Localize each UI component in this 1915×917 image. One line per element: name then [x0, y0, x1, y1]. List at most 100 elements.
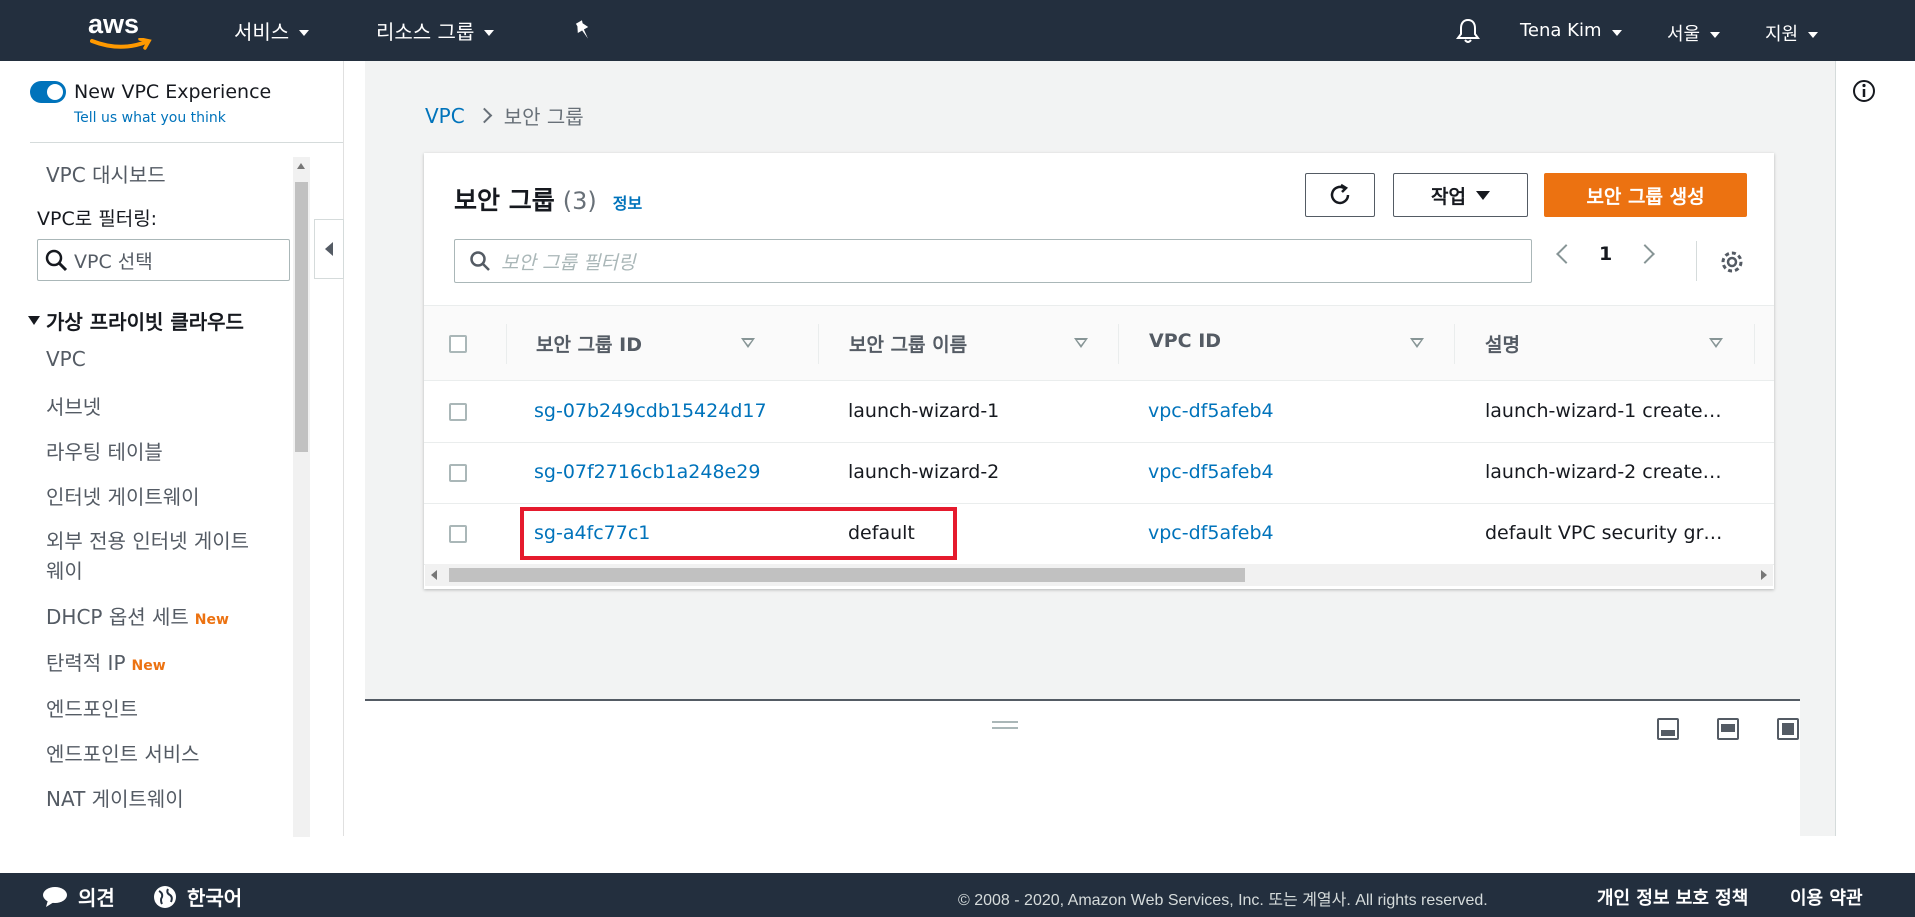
- feedback-button[interactable]: 의견: [42, 882, 115, 911]
- security-group-filter-input[interactable]: 보안 그룹 필터링: [454, 239, 1532, 283]
- sidebar-item-internet-gateways[interactable]: 인터넷 게이트웨이: [46, 481, 200, 510]
- caret-down-icon: [28, 316, 40, 325]
- vpc-id-link[interactable]: vpc-df5afeb4: [1148, 461, 1274, 483]
- security-group-id-link[interactable]: sg-07f2716cb1a248e29: [534, 461, 760, 483]
- services-menu[interactable]: 서비스: [234, 16, 310, 45]
- sort-icon[interactable]: [1074, 338, 1088, 348]
- info-icon[interactable]: [1852, 79, 1876, 103]
- item-count: (3): [562, 187, 597, 215]
- security-group-id-link[interactable]: sg-07b249cdb15424d17: [534, 400, 767, 422]
- panel-middle-icon[interactable]: [1717, 718, 1739, 740]
- sidebar-item-vpc[interactable]: VPC: [46, 347, 86, 371]
- aws-logo[interactable]: aws: [88, 10, 158, 52]
- refresh-icon: [1330, 183, 1350, 205]
- vpc-id-link[interactable]: vpc-df5afeb4: [1148, 522, 1274, 544]
- column-header-name[interactable]: 보안 그룹 이름: [849, 330, 967, 357]
- security-group-name: launch-wizard-1: [848, 400, 1000, 422]
- actions-button[interactable]: 작업: [1393, 173, 1528, 217]
- scrollbar-thumb[interactable]: [449, 568, 1245, 582]
- search-icon: [45, 249, 68, 272]
- sidebar-item-egress-gateways[interactable]: 외부 전용 인터넷 게이트: [46, 525, 249, 554]
- sidebar-item-subnets[interactable]: 서브넷: [46, 391, 101, 420]
- sort-icon[interactable]: [1410, 338, 1424, 348]
- filter-placeholder: 보안 그룹 필터링: [501, 251, 636, 274]
- divider: [1696, 241, 1697, 281]
- panel-bottom-icon[interactable]: [1657, 718, 1679, 740]
- notifications-bell-icon[interactable]: [1456, 18, 1480, 44]
- current-page[interactable]: 1: [1599, 243, 1612, 265]
- breadcrumb-vpc[interactable]: VPC: [425, 104, 465, 128]
- refresh-button[interactable]: [1305, 173, 1375, 217]
- scrollbar-thumb[interactable]: [295, 182, 308, 452]
- sidebar-item-vpc-dashboard[interactable]: VPC 대시보드: [46, 159, 166, 188]
- support-menu[interactable]: 지원: [1765, 20, 1819, 46]
- table-row[interactable]: sg-07f2716cb1a248e29 launch-wizard-2 vpc…: [424, 443, 1774, 504]
- security-group-description: launch-wizard-1 create…: [1485, 400, 1722, 422]
- chevron-down-icon: [1611, 29, 1622, 36]
- resource-groups-menu[interactable]: 리소스 그룹: [376, 16, 495, 45]
- sidebar-item-label: DHCP 옵션 세트: [46, 605, 189, 629]
- footer: 의견 한국어 © 2008 - 2020, Amazon Web Service…: [0, 873, 1915, 917]
- vpc-select-placeholder: VPC 선택: [74, 250, 153, 273]
- row-checkbox[interactable]: [449, 403, 467, 421]
- sidebar-item-endpoints[interactable]: 엔드포인트: [46, 693, 138, 722]
- sort-icon[interactable]: [1709, 338, 1723, 348]
- scroll-up-icon[interactable]: [297, 163, 305, 169]
- region-label: 서울: [1667, 24, 1701, 45]
- terms-link[interactable]: 이용 약관: [1790, 884, 1863, 910]
- chevron-down-icon: [1808, 32, 1819, 38]
- support-label: 지원: [1765, 24, 1799, 45]
- chevron-down-icon: [1710, 32, 1721, 38]
- previous-page-icon[interactable]: [1556, 244, 1576, 264]
- column-header-description[interactable]: 설명: [1485, 330, 1520, 357]
- toggle-switch[interactable]: [30, 81, 66, 103]
- security-group-description: default VPC security gr…: [1485, 522, 1723, 544]
- create-security-group-button[interactable]: 보안 그룹 생성: [1544, 173, 1747, 217]
- sort-icon[interactable]: [741, 338, 755, 348]
- select-all-checkbox[interactable]: [449, 335, 467, 353]
- caret-down-icon: [1475, 190, 1490, 200]
- sidebar-item-label: 탄력적 IP: [46, 651, 126, 675]
- sidebar-item-nat-gateways[interactable]: NAT 게이트웨이: [46, 783, 184, 812]
- copyright-text: © 2008 - 2020, Amazon Web Services, Inc.…: [958, 892, 1488, 909]
- next-page-icon[interactable]: [1635, 244, 1656, 264]
- table-horizontal-scrollbar[interactable]: [425, 564, 1773, 586]
- vpc-section-header[interactable]: 가상 프라이빗 클라우드: [28, 306, 244, 335]
- sidebar-item-egress-gateways-wrap[interactable]: 웨이: [46, 555, 83, 584]
- info-link[interactable]: 정보: [613, 190, 642, 214]
- account-menu[interactable]: Tena Kim: [1520, 20, 1622, 41]
- chevron-down-icon: [484, 29, 495, 36]
- vpc-select-input[interactable]: VPC 선택: [37, 239, 290, 281]
- chevron-right-icon: [476, 107, 492, 124]
- sidebar-item-endpoint-services[interactable]: 엔드포인트 서비스: [46, 738, 200, 767]
- vpc-id-link[interactable]: vpc-df5afeb4: [1148, 400, 1274, 422]
- top-navigation: aws 서비스 리소스 그룹 Tena Kim 서울 지원: [0, 0, 1915, 61]
- collapse-sidebar-button[interactable]: [314, 219, 344, 279]
- language-selector[interactable]: 한국어: [153, 882, 242, 911]
- scroll-right-icon[interactable]: [1761, 570, 1767, 580]
- chevron-down-icon: [299, 29, 310, 36]
- resize-handle[interactable]: [992, 721, 1018, 729]
- row-checkbox[interactable]: [449, 525, 467, 543]
- column-separator: [1454, 324, 1455, 364]
- table-row[interactable]: sg-07b249cdb15424d17 launch-wizard-1 vpc…: [424, 382, 1774, 443]
- sidebar-item-route-tables[interactable]: 라우팅 테이블: [46, 436, 163, 465]
- sidebar-item-dhcp-options[interactable]: DHCP 옵션 세트 New: [46, 601, 229, 630]
- column-header-id[interactable]: 보안 그룹 ID: [536, 330, 642, 357]
- resource-groups-label: 리소스 그룹: [376, 20, 475, 44]
- gear-icon[interactable]: [1719, 249, 1745, 275]
- pagination: 1: [1556, 243, 1656, 265]
- region-menu[interactable]: 서울: [1667, 20, 1721, 46]
- panel-full-icon[interactable]: [1777, 718, 1799, 740]
- privacy-policy-link[interactable]: 개인 정보 보호 정책: [1597, 884, 1748, 910]
- row-checkbox[interactable]: [449, 464, 467, 482]
- scroll-left-icon[interactable]: [431, 570, 437, 580]
- security-group-description: launch-wizard-2 create…: [1485, 461, 1722, 483]
- sidebar-item-elastic-ip[interactable]: 탄력적 IP New: [46, 647, 166, 676]
- new-vpc-experience-toggle[interactable]: New VPC Experience: [30, 81, 271, 103]
- caret-left-icon: [325, 242, 333, 256]
- column-header-vpc-id[interactable]: VPC ID: [1149, 330, 1221, 352]
- feedback-link[interactable]: Tell us what you think: [74, 110, 226, 126]
- pin-icon[interactable]: [573, 20, 593, 42]
- sidebar-scrollbar[interactable]: [293, 157, 310, 837]
